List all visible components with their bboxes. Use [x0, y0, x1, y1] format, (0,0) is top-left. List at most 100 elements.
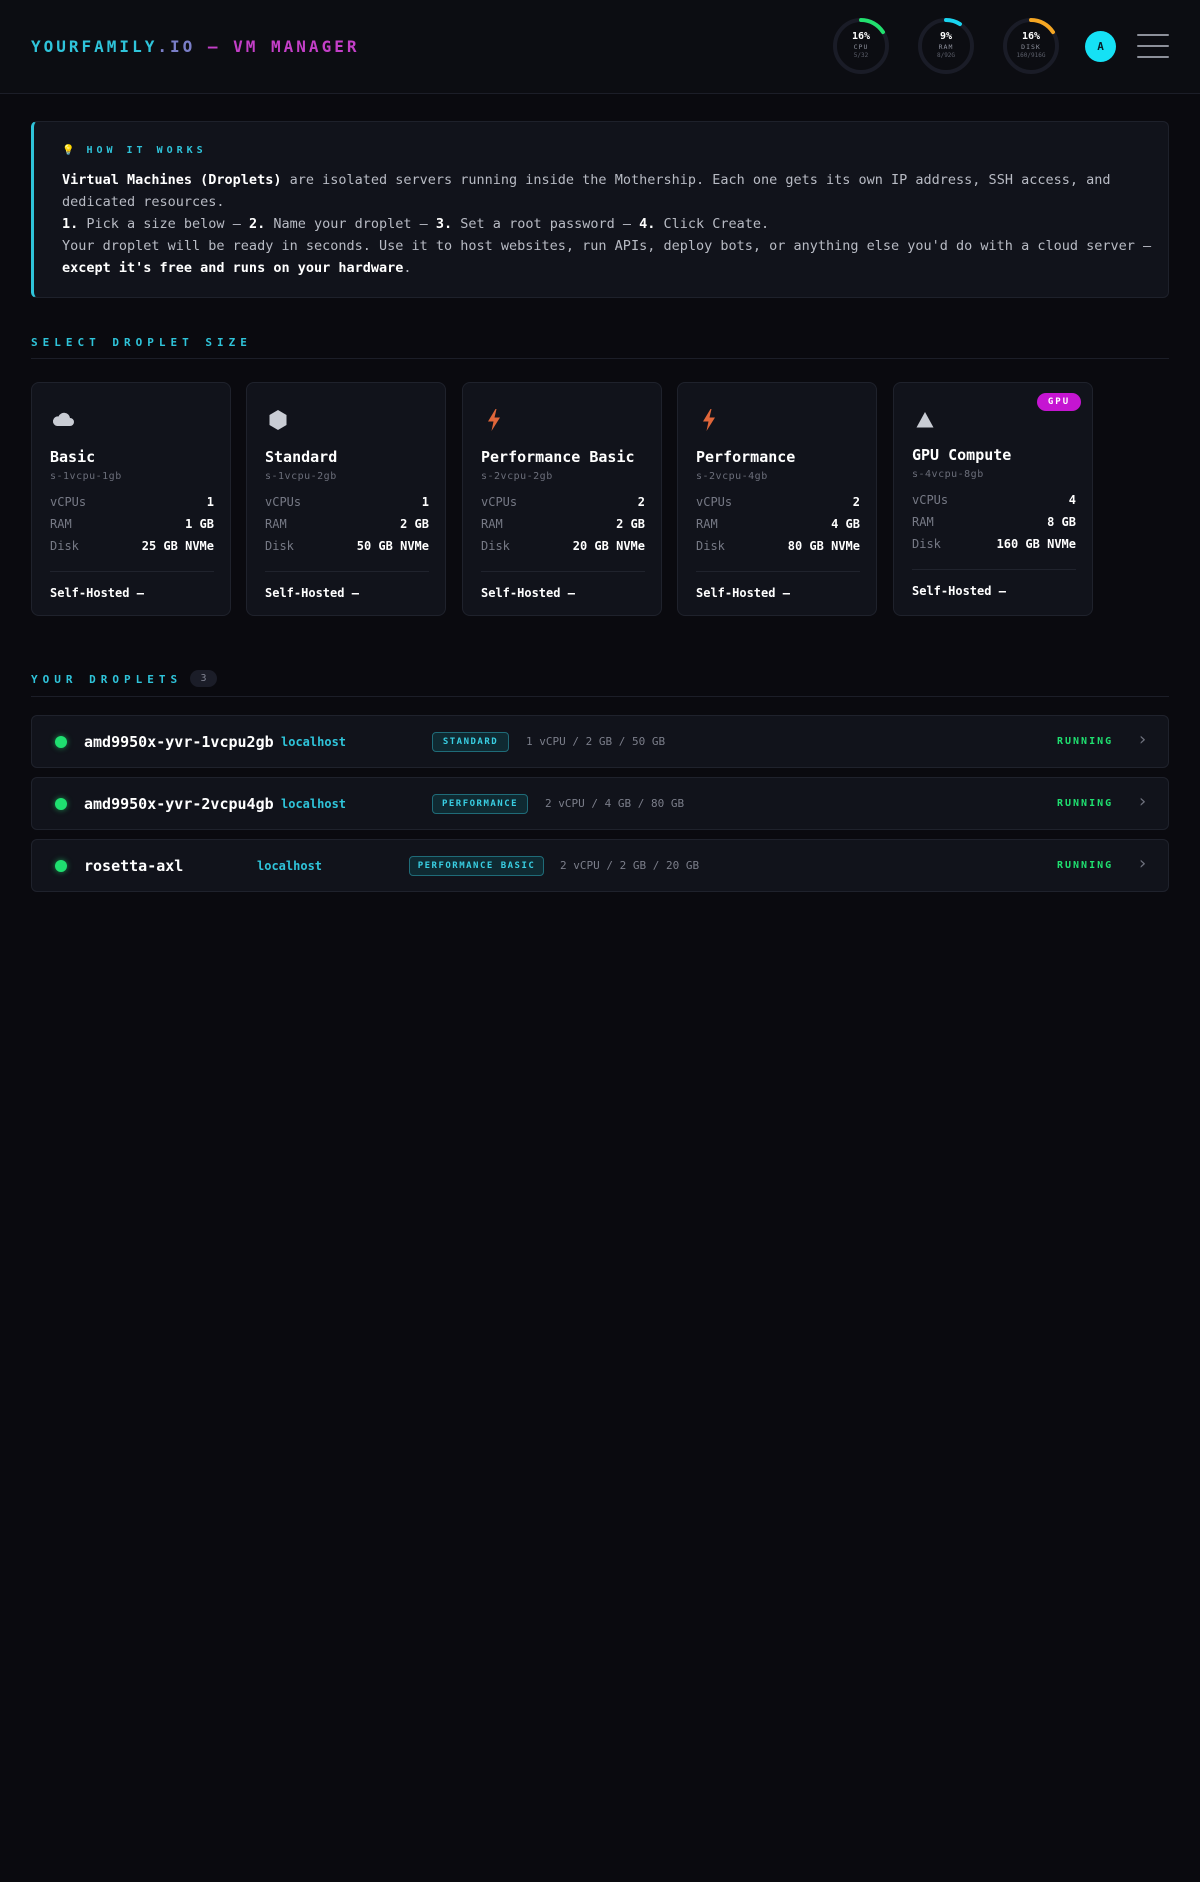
- menu-icon-bar-middle: [1137, 45, 1169, 47]
- size-name: Performance: [696, 448, 796, 466]
- size-slug: s-1vcpu-1gb: [50, 471, 122, 482]
- info-line-1: Virtual Machines (Droplets) are isolated…: [62, 169, 1152, 213]
- droplet-specs: 2 vCPU / 4 GB / 80 GB: [545, 797, 685, 810]
- select-size-heading: SELECT DROPLET SIZE: [31, 336, 252, 349]
- size-name: Performance Basic: [481, 448, 635, 466]
- spec-ram-label: RAM: [50, 517, 72, 531]
- step-3-text: Set a root password —: [452, 216, 640, 232]
- size-card-basic[interactable]: Basic s-1vcpu-1gb vCPUs 1 RAM 1 GB Disk 25 …: [31, 382, 231, 616]
- cpu-gauge-usage: 5/32: [853, 52, 869, 59]
- spec-disk-label: Disk: [696, 539, 725, 553]
- spec-vcpus-label: vCPUs: [696, 495, 733, 509]
- size-card-standard[interactable]: Standard s-1vcpu-2gb vCPUs 1 RAM 2 GB Disk…: [246, 382, 446, 616]
- menu-icon-bar-top: [1137, 34, 1169, 36]
- spec-vcpus-label: vCPUs: [912, 493, 949, 507]
- spec-vcpus-label: vCPUs: [481, 495, 518, 509]
- droplet-host-link[interactable]: localhost: [281, 797, 346, 811]
- spec-ram-value: 2 GB: [616, 517, 645, 531]
- cpu-gauge-label: CPU: [853, 43, 869, 51]
- status-dot: [55, 736, 67, 748]
- spec-disk-value: 20 GB NVMe: [572, 539, 645, 553]
- card-divider: [50, 571, 214, 572]
- droplet-status: RUNNING: [1057, 736, 1114, 747]
- size-slug: s-2vcpu-2gb: [481, 471, 553, 482]
- brand-logo[interactable]: YOURFAMILY.IO — VM MANAGER: [31, 37, 359, 56]
- size-card-gpu-compute[interactable]: GPU GPU Compute s-4vcpu-8gb vCPUs 4 RAM 8 …: [893, 382, 1093, 616]
- disk-gauge-percent: 16%: [1021, 31, 1041, 42]
- size-name: Basic: [50, 448, 96, 466]
- spec-ram-value: 4 GB: [831, 517, 860, 531]
- how-it-works-body: Virtual Machines (Droplets) are isolated…: [62, 169, 1152, 279]
- hamburger-menu-button[interactable]: [1137, 33, 1169, 59]
- how-it-works-title: 💡 HOW IT WORKS: [62, 145, 207, 156]
- step-4-number: 4.: [639, 216, 656, 232]
- droplet-type-badge: PERFORMANCE: [432, 794, 528, 814]
- card-divider: [481, 571, 645, 572]
- info-line-3-end: .: [403, 260, 412, 276]
- droplet-row[interactable]: amd9950x-yvr-1vcpu2gb localhost STANDARD…: [31, 715, 1169, 768]
- size-slug: s-1vcpu-2gb: [265, 471, 337, 482]
- spec-disk-value: 160 GB NVMe: [996, 537, 1076, 551]
- your-droplets-heading: YOUR DROPLETS: [31, 673, 183, 686]
- spec-disk-value: 25 GB NVMe: [141, 539, 214, 553]
- spec-vcpus-label: vCPUs: [265, 495, 302, 509]
- droplet-row[interactable]: rosetta-axl localhost PERFORMANCE BASIC …: [31, 839, 1169, 892]
- droplet-row[interactable]: amd9950x-yvr-2vcpu4gb localhost PERFORMA…: [31, 777, 1169, 830]
- select-size-divider: [31, 358, 1169, 359]
- info-line-3-text: Your droplet will be ready in seconds. U…: [62, 238, 1152, 254]
- droplet-name: rosetta-axl: [84, 857, 184, 875]
- spec-disk-value: 50 GB NVMe: [356, 539, 429, 553]
- cpu-gauge: 16% CPU 5/32: [831, 16, 891, 76]
- top-header: YOURFAMILY.IO — VM MANAGER 16% CPU 5/32 …: [0, 0, 1200, 94]
- chevron-right-icon[interactable]: ›: [1137, 853, 1148, 874]
- your-droplets-divider: [31, 696, 1169, 697]
- spec-vcpus-value: 2: [637, 495, 645, 509]
- cpu-gauge-percent: 16%: [851, 31, 871, 42]
- card-divider: [696, 571, 860, 572]
- disk-gauge: 16% DISK 160/916G: [1001, 16, 1061, 76]
- info-steps: 1. Pick a size below — 2. Name your drop…: [62, 213, 1152, 235]
- spec-disk-label: Disk: [912, 537, 941, 551]
- ram-gauge-percent: 9%: [939, 31, 953, 42]
- spec-vcpus-value: 2: [852, 495, 860, 509]
- size-price: Self-Hosted —: [912, 584, 1006, 598]
- droplet-type-badge: PERFORMANCE BASIC: [409, 856, 544, 876]
- size-slug: s-4vcpu-8gb: [912, 469, 984, 480]
- user-avatar[interactable]: A: [1085, 31, 1116, 62]
- lightning-icon: [703, 409, 715, 431]
- chevron-right-icon[interactable]: ›: [1137, 729, 1148, 750]
- size-price: Self-Hosted —: [696, 586, 790, 600]
- spec-vcpus-label: vCPUs: [50, 495, 87, 509]
- spec-ram-label: RAM: [265, 517, 287, 531]
- triangle-icon: [916, 412, 934, 428]
- spec-disk-label: Disk: [50, 539, 79, 553]
- gpu-badge: GPU: [1037, 393, 1081, 411]
- disk-gauge-usage: 160/916G: [1016, 52, 1046, 59]
- size-card-performance-basic[interactable]: Performance Basic s-2vcpu-2gb vCPUs 2 RAM…: [462, 382, 662, 616]
- droplet-host-link[interactable]: localhost: [257, 859, 322, 873]
- spec-ram-label: RAM: [912, 515, 934, 529]
- chevron-right-icon[interactable]: ›: [1137, 791, 1148, 812]
- card-divider: [265, 571, 429, 572]
- lightbulb-icon: 💡: [62, 145, 75, 156]
- size-slug: s-2vcpu-4gb: [696, 471, 768, 482]
- droplet-type-badge: STANDARD: [432, 732, 509, 752]
- disk-gauge-label: DISK: [1021, 43, 1041, 51]
- menu-icon-bar-bottom: [1137, 56, 1169, 58]
- ram-gauge-label: RAM: [938, 43, 954, 51]
- step-2-text: Name your droplet —: [265, 216, 436, 232]
- spec-vcpus-value: 1: [206, 495, 214, 509]
- spec-vcpus-value: 1: [421, 495, 429, 509]
- how-it-works-panel: 💡 HOW IT WORKS Virtual Machines (Droplets…: [31, 121, 1169, 298]
- size-card-performance[interactable]: Performance s-2vcpu-4gb vCPUs 2 RAM 4 GB D…: [677, 382, 877, 616]
- droplet-host-link[interactable]: localhost: [281, 735, 346, 749]
- brand-subtitle: — VM MANAGER: [195, 37, 360, 56]
- spec-disk-label: Disk: [265, 539, 294, 553]
- spec-ram-label: RAM: [481, 517, 503, 531]
- brand-domain: .IO: [157, 37, 196, 56]
- droplet-status: RUNNING: [1057, 798, 1114, 809]
- spec-ram-value: 1 GB: [185, 517, 214, 531]
- lightning-icon: [488, 409, 500, 431]
- info-line-3-bold: except it's free and runs on your hardwa…: [62, 260, 404, 276]
- how-it-works-title-text: HOW IT WORKS: [86, 145, 207, 156]
